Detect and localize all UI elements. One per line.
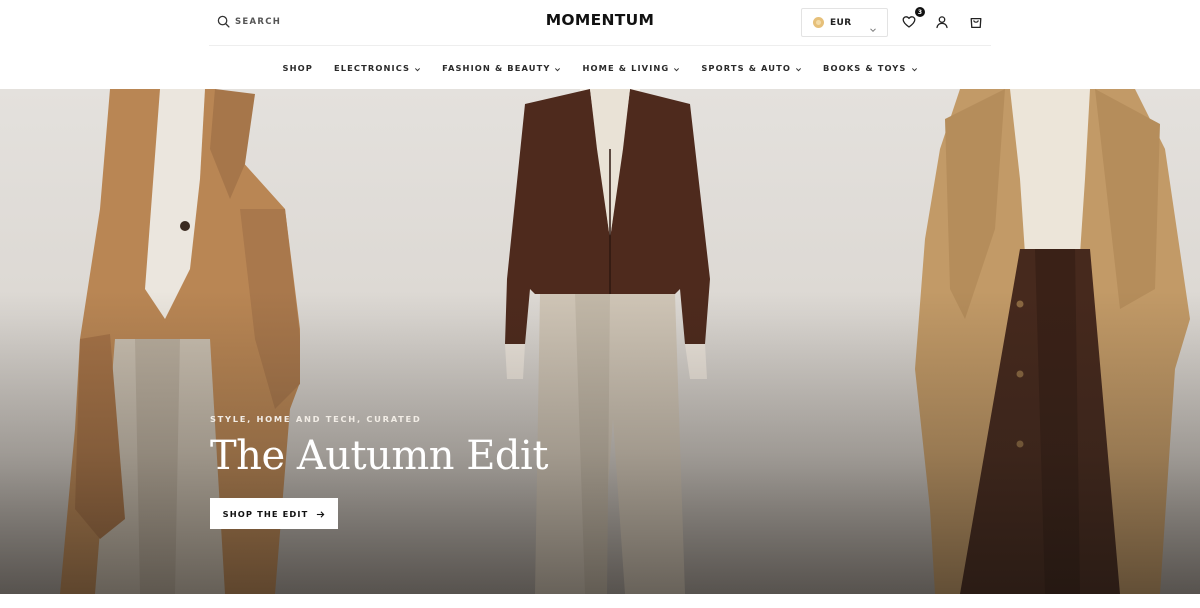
nav-item-label: SPORTS & AUTO (701, 62, 792, 73)
shopping-bag-icon (969, 14, 983, 33)
user-icon (935, 14, 949, 33)
account-button[interactable] (935, 14, 951, 30)
main-navigation: SHOP ELECTRONICS FASHION & BEAUTY HOME &… (0, 46, 1200, 89)
chevron-down-icon (795, 58, 802, 77)
search-label: SEARCH (235, 17, 282, 27)
heart-icon (902, 14, 916, 33)
site-logo[interactable]: MOMENTUM (544, 11, 656, 29)
arrow-right-icon (316, 504, 325, 523)
coin-icon (813, 17, 824, 28)
nav-item-books-toys[interactable]: BOOKS & TOYS (813, 58, 928, 77)
chevron-down-icon (554, 58, 561, 77)
nav-item-electronics[interactable]: ELECTRONICS (323, 58, 431, 77)
hero-content: STYLE, HOME AND TECH, CURATED The Autumn… (210, 414, 548, 529)
nav-item-label: BOOKS & TOYS (823, 62, 907, 73)
nav-item-sports-auto[interactable]: SPORTS & AUTO (691, 58, 813, 77)
currency-value: EUR (830, 17, 852, 28)
search-button[interactable]: SEARCH (217, 14, 281, 30)
chevron-down-icon (869, 19, 877, 33)
page-bottom-edge (0, 594, 1200, 608)
chevron-down-icon (911, 58, 918, 77)
currency-selector[interactable]: EUR (801, 8, 888, 37)
chevron-down-icon (673, 58, 680, 77)
wishlist-count-badge: 3 (915, 7, 925, 17)
shop-the-edit-button[interactable]: SHOP THE EDIT (210, 498, 338, 529)
header-top-row: SEARCH MOMENTUM EUR 3 (209, 0, 991, 46)
chevron-down-icon (414, 58, 421, 77)
nav-item-label: SHOP (282, 62, 313, 73)
hero-title: The Autumn Edit (210, 433, 548, 479)
nav-item-shop[interactable]: SHOP (272, 63, 323, 73)
nav-item-fashion-beauty[interactable]: FASHION & BEAUTY (432, 58, 572, 77)
nav-item-label: FASHION & BEAUTY (442, 62, 551, 73)
nav-item-home-living[interactable]: HOME & LIVING (572, 58, 691, 77)
search-icon (217, 13, 230, 32)
cart-button[interactable] (969, 14, 985, 30)
nav-item-label: ELECTRONICS (333, 62, 411, 73)
hero-overlay (0, 89, 1200, 594)
hero-kicker: STYLE, HOME AND TECH, CURATED (210, 414, 422, 424)
nav-item-label: HOME & LIVING (582, 62, 670, 73)
hero-banner: STYLE, HOME AND TECH, CURATED The Autumn… (0, 89, 1200, 594)
site-header: SEARCH MOMENTUM EUR 3 (0, 0, 1200, 46)
cta-label: SHOP THE EDIT (222, 508, 309, 519)
wishlist-button[interactable] (902, 14, 918, 30)
